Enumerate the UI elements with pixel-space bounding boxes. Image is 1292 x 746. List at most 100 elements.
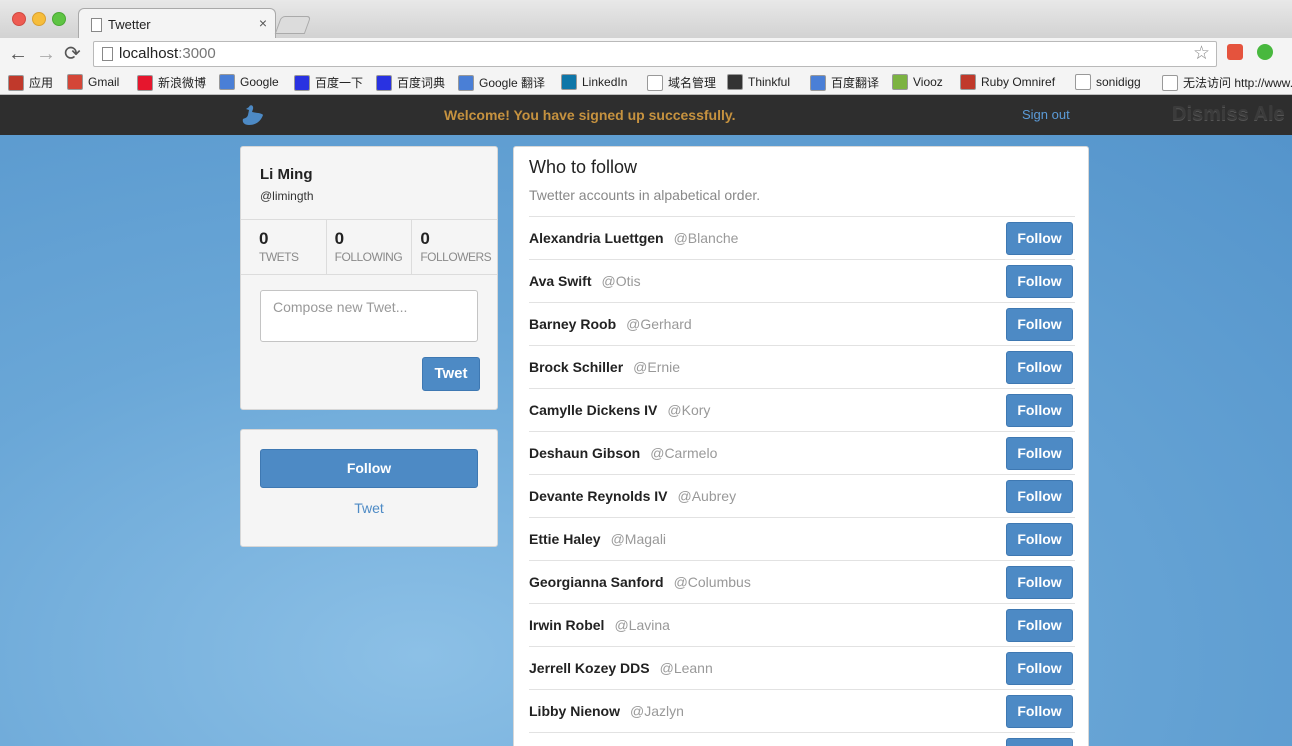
user-name[interactable]: Devante Reynolds IV @Aubrey bbox=[529, 488, 736, 504]
bookmark-label: 应用 bbox=[29, 76, 54, 90]
user-name[interactable]: Deshaun Gibson @Carmelo bbox=[529, 445, 717, 461]
follow-user-button[interactable]: Follow bbox=[1006, 480, 1073, 513]
forward-icon[interactable]: → bbox=[36, 42, 56, 66]
follow-user-button[interactable]: Follow bbox=[1006, 394, 1073, 427]
follow-user-button[interactable]: Follow bbox=[1006, 738, 1073, 746]
bookmark-item[interactable]: Thinkful bbox=[727, 74, 790, 90]
page-icon bbox=[91, 18, 102, 32]
tab-close-icon[interactable]: × bbox=[259, 15, 267, 31]
user-name-text: Brock Schiller bbox=[529, 359, 624, 375]
user-row: Follow bbox=[529, 732, 1075, 746]
user-handle: @Otis bbox=[601, 273, 641, 289]
bookmark-item[interactable]: LinkedIn bbox=[561, 74, 627, 90]
zoom-window-button[interactable] bbox=[52, 12, 66, 26]
follow-user-button[interactable]: Follow bbox=[1006, 308, 1073, 341]
browser-toolbar: ← → ⟳ localhost:3000 ☆ bbox=[0, 38, 1292, 70]
bookmark-item[interactable]: sonidigg bbox=[1075, 74, 1141, 90]
bookmark-item[interactable]: 百度词典 bbox=[376, 74, 445, 91]
follow-user-button[interactable]: Follow bbox=[1006, 351, 1073, 384]
user-handle: @Jazlyn bbox=[630, 703, 684, 719]
user-handle: @Ernie bbox=[633, 359, 681, 375]
bookmark-item[interactable]: 无法访问 http://www. bbox=[1162, 74, 1292, 91]
bookmark-item[interactable]: Gmail bbox=[67, 74, 119, 90]
bookmark-icon bbox=[67, 74, 83, 90]
bookmark-star-icon[interactable]: ☆ bbox=[1193, 42, 1210, 65]
follow-user-button[interactable]: Follow bbox=[1006, 609, 1073, 642]
user-handle: @Lavina bbox=[614, 617, 670, 633]
stat-count: 0 bbox=[334, 229, 345, 248]
user-handle: @Leann bbox=[659, 660, 713, 676]
twet-link[interactable]: Twet bbox=[241, 500, 497, 516]
follow-button[interactable]: Follow bbox=[260, 449, 478, 488]
profile-name: Li Ming bbox=[260, 166, 313, 183]
bookmark-label: 域名管理 bbox=[668, 76, 717, 90]
bookmark-item[interactable]: 应用 bbox=[8, 74, 53, 91]
user-name[interactable]: Georgianna Sanford @Columbus bbox=[529, 574, 751, 590]
app-navbar: Welcome! You have signed up successfully… bbox=[0, 95, 1292, 135]
dismiss-alert-button[interactable]: Dismiss Ale bbox=[1172, 103, 1285, 126]
user-handle: @Columbus bbox=[673, 574, 751, 590]
bookmark-label: Gmail bbox=[88, 75, 120, 89]
browser-tab[interactable]: Twetter × bbox=[78, 8, 276, 39]
follow-user-button[interactable]: Follow bbox=[1006, 566, 1073, 599]
compose-twet-input[interactable]: Compose new Twet... bbox=[260, 290, 478, 342]
user-name[interactable]: Alexandria Luettgen @Blanche bbox=[529, 230, 738, 246]
user-name[interactable]: Camylle Dickens IV @Kory bbox=[529, 402, 710, 418]
follow-user-button[interactable]: Follow bbox=[1006, 695, 1073, 728]
bookmark-item[interactable]: Google bbox=[219, 74, 279, 90]
close-window-button[interactable] bbox=[12, 12, 26, 26]
user-row: Deshaun Gibson @Carmelo Follow bbox=[529, 431, 1075, 474]
user-handle: @Magali bbox=[610, 531, 667, 547]
sign-out-link[interactable]: Sign out bbox=[1022, 107, 1070, 122]
stat-following[interactable]: 0 FOLLOWING bbox=[327, 220, 413, 274]
follow-user-button[interactable]: Follow bbox=[1006, 437, 1073, 470]
user-name[interactable]: Jerrell Kozey DDS @Leann bbox=[529, 660, 713, 676]
user-row: Ava Swift @Otis Follow bbox=[529, 259, 1075, 302]
extension-hangouts-icon[interactable] bbox=[1257, 44, 1273, 60]
reload-icon[interactable]: ⟳ bbox=[64, 42, 81, 66]
user-name[interactable]: Brock Schiller @Ernie bbox=[529, 359, 680, 375]
tab-title: Twetter bbox=[108, 17, 151, 32]
bookmark-item[interactable]: 新浪微博 bbox=[137, 74, 206, 91]
stat-twets[interactable]: 0 TWETS bbox=[241, 220, 327, 274]
bookmark-item[interactable]: 百度一下 bbox=[294, 74, 363, 91]
stat-followers[interactable]: 0 FOLLOWERS bbox=[412, 220, 497, 274]
user-row: Devante Reynolds IV @Aubrey Follow bbox=[529, 474, 1075, 517]
follow-user-button[interactable]: Follow bbox=[1006, 523, 1073, 556]
bookmark-label: 百度词典 bbox=[397, 76, 446, 90]
user-name[interactable]: Ava Swift @Otis bbox=[529, 273, 641, 289]
who-to-follow-title: Who to follow bbox=[529, 157, 638, 177]
follow-user-button[interactable]: Follow bbox=[1006, 222, 1073, 255]
new-tab-button[interactable] bbox=[274, 16, 312, 34]
bird-logo-icon[interactable] bbox=[240, 104, 264, 126]
bookmark-item[interactable]: Google 翻译 bbox=[458, 74, 545, 91]
follow-user-button[interactable]: Follow bbox=[1006, 652, 1073, 685]
bookmark-item[interactable]: 百度翻译 bbox=[810, 74, 879, 91]
compose-placeholder: Compose new Twet... bbox=[273, 299, 408, 315]
minimize-window-button[interactable] bbox=[32, 12, 46, 26]
bookmark-icon bbox=[1075, 74, 1091, 90]
user-handle: @Blanche bbox=[673, 230, 739, 246]
stat-count: 0 bbox=[420, 229, 430, 248]
back-icon[interactable]: ← bbox=[8, 42, 28, 66]
twet-button[interactable]: Twet bbox=[422, 357, 480, 391]
bookmark-icon bbox=[8, 74, 24, 91]
address-bar[interactable]: localhost:3000 ☆ bbox=[93, 41, 1217, 67]
bookmark-item[interactable]: Ruby Omniref bbox=[960, 74, 1055, 90]
user-name[interactable]: Libby Nienow @Jazlyn bbox=[529, 703, 684, 719]
bookmark-item[interactable]: 域名管理 bbox=[647, 74, 716, 91]
user-name[interactable]: Irwin Robel @Lavina bbox=[529, 617, 670, 633]
user-name-text: Camylle Dickens IV bbox=[529, 402, 658, 418]
user-handle: @Kory bbox=[667, 402, 711, 418]
user-name[interactable]: Ettie Haley @Magali bbox=[529, 531, 666, 547]
follow-user-button[interactable]: Follow bbox=[1006, 265, 1073, 298]
extension-bookmark-icon[interactable] bbox=[1227, 44, 1243, 60]
bookmark-icon bbox=[294, 74, 310, 91]
bookmark-item[interactable]: Viooz bbox=[892, 74, 943, 90]
bookmark-label: 百度一下 bbox=[315, 76, 364, 90]
bookmark-label: LinkedIn bbox=[582, 75, 628, 89]
user-row: Jerrell Kozey DDS @Leann Follow bbox=[529, 646, 1075, 689]
bookmark-label: 百度翻译 bbox=[831, 76, 880, 90]
bookmark-label: Viooz bbox=[913, 75, 943, 89]
user-name[interactable]: Barney Roob @Gerhard bbox=[529, 316, 692, 332]
